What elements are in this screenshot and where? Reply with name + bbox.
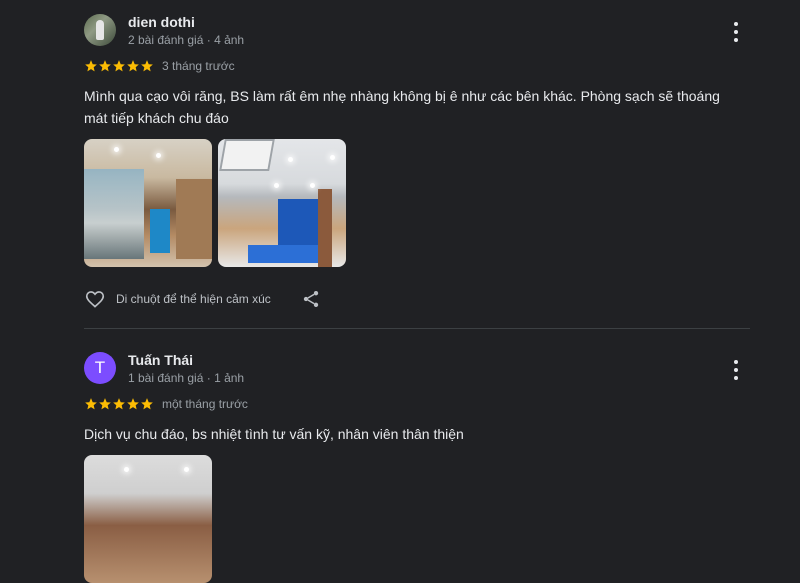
review-header: dien dothi 2 bài đánh giá · 4 ảnh — [84, 14, 750, 52]
reviewer-name[interactable]: dien dothi — [128, 14, 195, 30]
review-card: T Tuấn Thái 1 bài đánh giá · 1 ảnh một t… — [84, 352, 750, 583]
heart-outline-icon[interactable] — [84, 288, 106, 310]
rating-row: 3 tháng trước — [84, 57, 750, 75]
reviewer-name[interactable]: Tuấn Thái — [128, 352, 193, 368]
review-photos — [84, 455, 750, 583]
review-card: dien dothi 2 bài đánh giá · 4 ảnh 3 thán… — [84, 14, 750, 311]
review-actions: Di chuột để thể hiện cảm xúc — [84, 287, 750, 311]
reaction-hint: Di chuột để thể hiện cảm xúc — [116, 292, 271, 306]
reviewer-meta: 2 bài đánh giá · 4 ảnh — [128, 33, 245, 47]
star-icon — [85, 398, 97, 410]
star-icon — [85, 60, 97, 72]
review-header: T Tuấn Thái 1 bài đánh giá · 1 ảnh — [84, 352, 750, 390]
star-icon — [113, 398, 125, 410]
review-divider — [84, 328, 750, 329]
reviewer-avatar[interactable]: T — [84, 352, 116, 384]
star-icon — [113, 60, 125, 72]
reviewer-meta: 1 bài đánh giá · 1 ảnh — [128, 371, 245, 385]
star-icon — [99, 60, 111, 72]
star-icon — [141, 60, 153, 72]
review-text: Mình qua cạo vôi răng, BS làm rất êm nhẹ… — [84, 88, 720, 126]
star-icon — [141, 398, 153, 410]
star-icon — [127, 398, 139, 410]
star-icon — [127, 60, 139, 72]
star-rating — [84, 59, 154, 73]
review-time: 3 tháng trước — [162, 59, 235, 73]
star-rating — [84, 397, 154, 411]
more-vert-icon[interactable] — [730, 22, 742, 42]
review-photo[interactable] — [84, 455, 212, 583]
more-vert-icon[interactable] — [730, 360, 742, 380]
review-time: một tháng trước — [162, 397, 248, 411]
reviewer-avatar[interactable] — [84, 14, 116, 46]
review-text: Dịch vụ chu đáo, bs nhiệt tình tư vấn kỹ… — [84, 426, 464, 442]
review-photo[interactable] — [218, 139, 346, 267]
rating-row: một tháng trước — [84, 395, 750, 413]
review-photos — [84, 139, 750, 267]
star-icon — [99, 398, 111, 410]
share-icon[interactable] — [301, 289, 321, 309]
review-photo[interactable] — [84, 139, 212, 267]
